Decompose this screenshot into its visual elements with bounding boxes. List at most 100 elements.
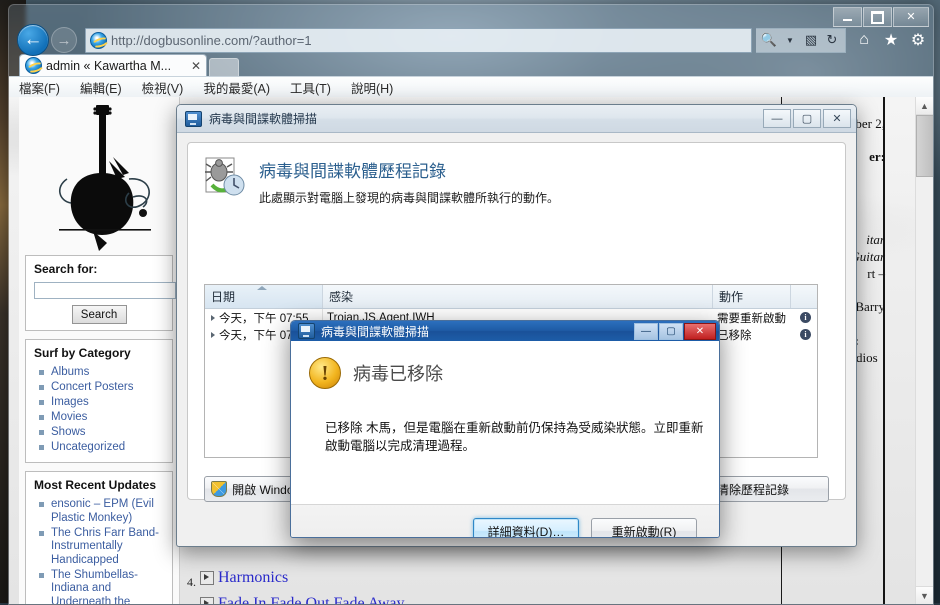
list-item[interactable]: Concert Posters xyxy=(39,381,164,395)
site-sidebar: Search for: Search Surf by Category Albu… xyxy=(19,97,180,604)
new-tab-button[interactable] xyxy=(209,58,239,76)
menu-item-view[interactable]: 檢視(V) xyxy=(142,78,184,97)
details-button[interactable]: 詳細資料(D)… xyxy=(473,518,579,537)
list-item[interactable]: Images xyxy=(39,396,164,410)
history-maximize-button[interactable]: ▢ xyxy=(793,109,821,128)
tab-bar: admin « Kawartha M... ✕ xyxy=(9,54,933,76)
menu-item-help[interactable]: 說明(H) xyxy=(351,78,393,97)
dialog-message: 已移除 木馬，但是電腦在重新啟動前仍保持為受威染狀態。立即重新啟動電腦以完成清理… xyxy=(325,421,704,453)
dialog-header: ! 病毒已移除 xyxy=(309,357,701,389)
address-bar[interactable]: http://dogbusonline.com/?author=1 xyxy=(85,27,752,53)
history-window-controls: — ▢ ✕ xyxy=(763,109,851,128)
tab-title: admin « Kawartha M... xyxy=(46,58,172,73)
menu-item-file[interactable]: 檔案(F) xyxy=(19,78,60,97)
column-header-label: 感染 xyxy=(329,290,354,304)
dialog-body: ! 病毒已移除 已移除 木馬，但是電腦在重新啟動前仍保持為受威染狀態。立即重新啟… xyxy=(291,341,719,504)
cell-info: i xyxy=(791,312,816,323)
search-widget-heading: Search for: xyxy=(34,262,98,276)
expand-row-icon[interactable] xyxy=(211,314,215,321)
track-item[interactable]: 5. Fade In Fade Out Fade Away xyxy=(187,593,777,604)
compatibility-view-icon[interactable]: ▧ xyxy=(803,32,819,48)
internet-explorer-icon xyxy=(90,31,107,49)
browser-toolbar-icons: ⌂ ★ ⚙ xyxy=(855,31,927,49)
column-header-date[interactable]: 日期 xyxy=(205,285,323,308)
updates-widget-heading: Most Recent Updates xyxy=(34,478,157,492)
list-item[interactable]: ensonic – EPM (Evil Plastic Monkey) xyxy=(39,498,164,525)
browser-navigation-bar: ← → http://dogbusonline.com/?author=1 🔍 … xyxy=(9,24,933,56)
warning-icon: ! xyxy=(309,357,341,389)
browser-close-button[interactable]: ✕ xyxy=(893,7,929,27)
list-item[interactable]: The Shumbellas- Indiana and Underneath t… xyxy=(39,569,164,604)
tab-favicon xyxy=(25,57,42,74)
search-widget: Search for: Search xyxy=(25,255,176,331)
browser-title-bar: ✕ xyxy=(9,5,933,27)
dialog-title: 病毒與間諜軟體掃描 xyxy=(321,324,430,339)
history-close-button[interactable]: ✕ xyxy=(823,109,851,128)
list-item[interactable]: Albums xyxy=(39,366,164,380)
sort-ascending-icon xyxy=(257,286,267,290)
dialog-minimize-button[interactable]: — xyxy=(634,323,658,340)
back-button[interactable]: ← xyxy=(17,24,49,56)
address-bar-tools: 🔍 ▼ ▧ ↻ xyxy=(756,27,846,53)
home-icon[interactable]: ⌂ xyxy=(855,31,873,49)
search-icon[interactable]: 🔍 xyxy=(761,32,777,48)
chevron-down-icon[interactable]: ▼ xyxy=(782,32,798,48)
column-header-infection[interactable]: 感染 xyxy=(323,285,713,308)
page-scrollbar[interactable]: ▲ ▼ xyxy=(915,97,933,604)
track-list: 4. Harmonics 5. Fade In Fade Out Fade Aw… xyxy=(187,567,777,604)
scroll-up-icon[interactable]: ▲ xyxy=(916,97,933,115)
guitar-graphic xyxy=(59,105,151,251)
dialog-close-button[interactable]: ✕ xyxy=(684,323,716,340)
bug-scan-icon xyxy=(205,157,245,196)
search-input[interactable] xyxy=(34,282,176,299)
restart-button[interactable]: 重新啟動(R) xyxy=(591,518,697,537)
favorites-icon[interactable]: ★ xyxy=(882,31,900,49)
cell-info: i xyxy=(791,329,816,340)
column-header-action[interactable]: 動作 xyxy=(713,285,791,308)
column-header-label: 動作 xyxy=(719,290,744,304)
dialog-maximize-button[interactable]: ▢ xyxy=(659,323,683,340)
track-item[interactable]: 4. Harmonics xyxy=(187,567,777,593)
menu-item-tools[interactable]: 工具(T) xyxy=(290,78,331,97)
defender-icon xyxy=(298,323,315,339)
search-button[interactable]: Search xyxy=(71,305,127,324)
dialog-footer: 詳細資料(D)… 重新啟動(R) xyxy=(291,504,719,537)
menu-item-edit[interactable]: 編輯(E) xyxy=(80,78,122,97)
browser-maximize-button[interactable] xyxy=(863,7,892,27)
track-title[interactable]: Fade In Fade Out Fade Away xyxy=(218,593,405,604)
table-header-row: 日期 感染 動作 xyxy=(205,285,817,309)
info-icon[interactable]: i xyxy=(800,312,811,323)
list-item[interactable]: The Chris Farr Band- Instrumentally Hand… xyxy=(39,527,164,568)
history-header: 病毒與間諜軟體歷程記錄 此處顯示對電腦上發現的病毒與間諜軟體所執行的動作。 xyxy=(204,157,829,206)
history-subheading: 此處顯示對電腦上發現的病毒與間諜軟體所執行的動作。 xyxy=(259,191,560,205)
browser-menu-bar: 檔案(F) 編輯(E) 檢視(V) 我的最愛(A) 工具(T) 說明(H) xyxy=(9,76,933,98)
history-title-bar: 病毒與間諜軟體掃描 — ▢ ✕ xyxy=(177,105,856,133)
cell-action: 已移除 xyxy=(717,329,752,342)
category-widget: Surf by Category Albums Concert Posters … xyxy=(25,339,173,463)
history-minimize-button[interactable]: — xyxy=(763,109,791,128)
scroll-down-icon[interactable]: ▼ xyxy=(916,586,933,604)
tab-close-icon[interactable]: ✕ xyxy=(191,59,201,73)
track-number: 4. xyxy=(187,575,196,589)
column-header-label: 日期 xyxy=(211,290,236,304)
browser-minimize-button[interactable] xyxy=(833,7,862,27)
dialog-title-bar: 病毒與間諜軟體掃描 — ▢ ✕ xyxy=(291,321,719,341)
expand-row-icon[interactable] xyxy=(211,331,215,338)
menu-item-favorites[interactable]: 我的最愛(A) xyxy=(203,78,270,97)
info-icon[interactable]: i xyxy=(800,329,811,340)
shield-icon xyxy=(211,481,228,497)
category-widget-heading: Surf by Category xyxy=(34,346,131,360)
list-item[interactable]: Uncategorized xyxy=(39,441,164,455)
scrollbar-thumb[interactable] xyxy=(916,115,933,177)
forward-button[interactable]: → xyxy=(51,27,77,53)
list-item[interactable]: Movies xyxy=(39,411,164,425)
address-text: http://dogbusonline.com/?author=1 xyxy=(111,32,312,48)
browser-tab[interactable]: admin « Kawartha M... ✕ xyxy=(19,54,207,76)
dialog-heading: 病毒已移除 xyxy=(353,364,443,384)
track-title[interactable]: Harmonics xyxy=(218,567,288,589)
gear-icon[interactable]: ⚙ xyxy=(909,31,927,49)
column-header-info[interactable] xyxy=(791,285,816,308)
play-icon[interactable] xyxy=(200,571,214,585)
refresh-icon[interactable]: ↻ xyxy=(824,32,840,48)
list-item[interactable]: Shows xyxy=(39,426,164,440)
